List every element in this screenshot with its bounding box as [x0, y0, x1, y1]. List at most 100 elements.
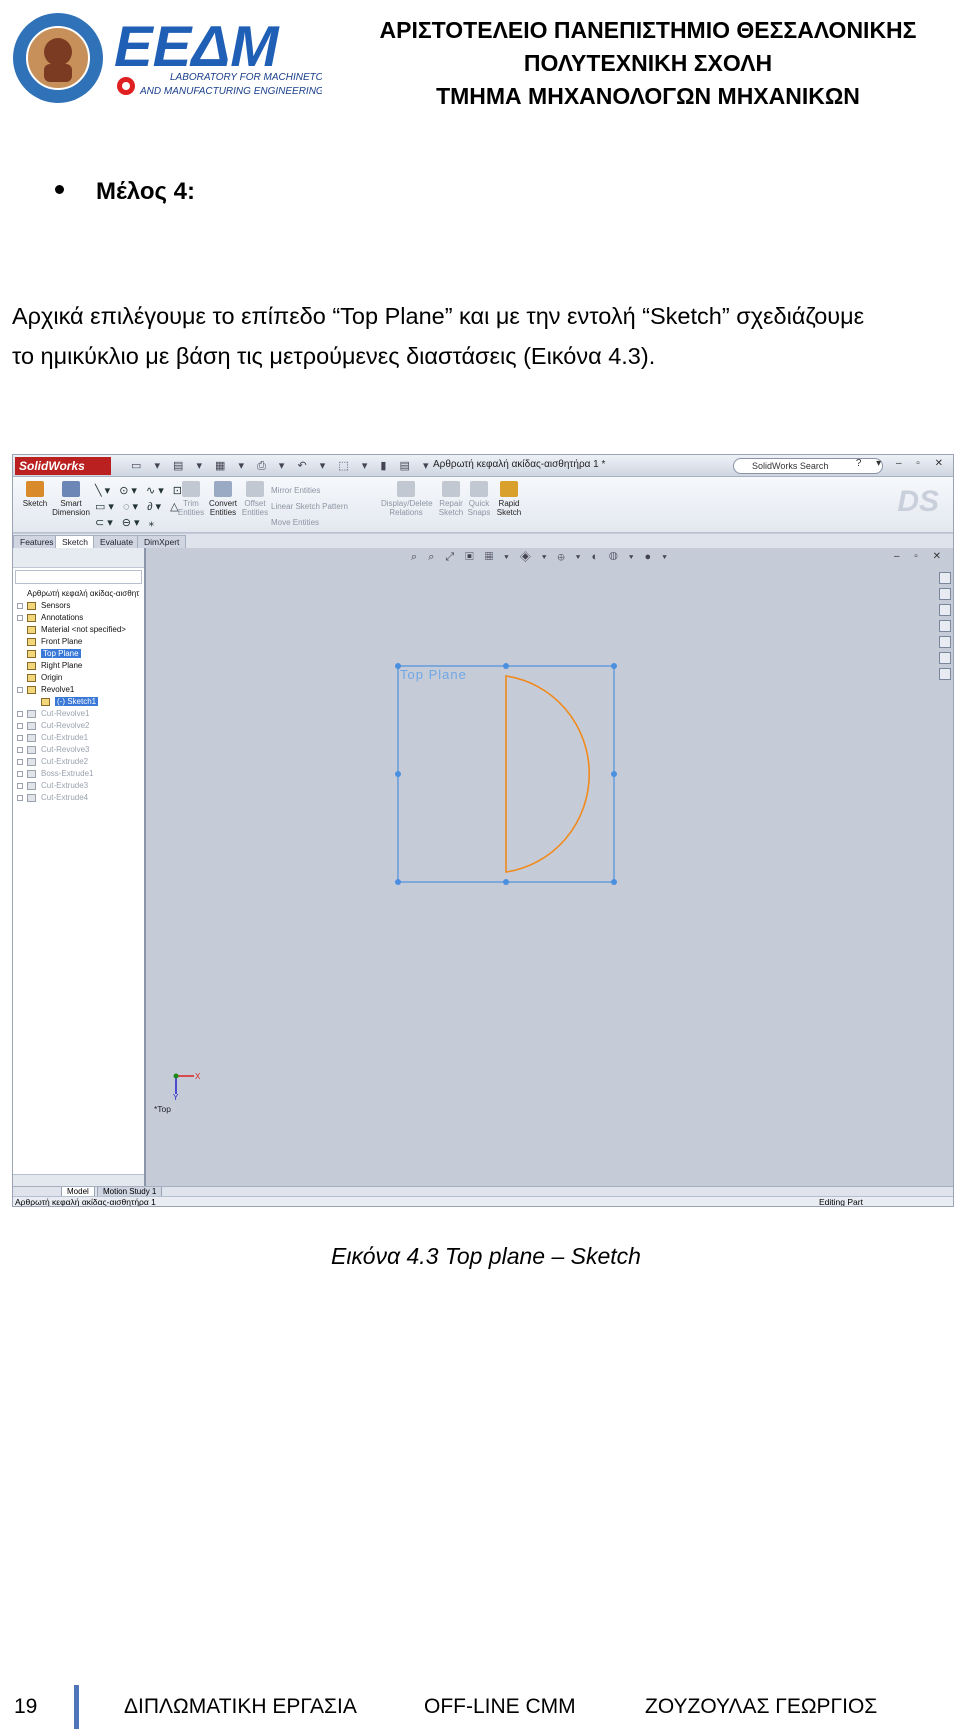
tree-item[interactable]: Cut-Extrude4 [15, 792, 143, 804]
quick-access-toolbar[interactable]: ▭ ▾ ▤ ▾ ▦ ▾ ⎙ ▾ ↶ ▾ ⬚ ▾ ▮ ▤ ▾ [131, 459, 433, 473]
feature-tree: Αρθρωτή κεφαλή ακίδας-αισθητ Sensors Ann… [15, 588, 143, 804]
semicircle-sketch [505, 675, 590, 873]
paragraph-line: Αρχικά επιλέγουμε το επίπεδο “Top Plane”… [12, 303, 865, 329]
department-name: ΤΜΗΜΑ ΜΗΧΑΝΟΛΟΓΩΝ ΜΗΧΑΝΙΚΩΝ [436, 83, 860, 109]
mirror-entities-button[interactable]: Mirror Entities [271, 483, 348, 499]
window-controls[interactable]: ? ▾ – ▫ ✕ [856, 458, 949, 469]
axis-triad-icon: X Y [173, 1072, 201, 1100]
offset-icon [246, 481, 264, 497]
view-orientation-label: *Top [154, 1104, 172, 1114]
display-delete-relations-button[interactable]: Display/Delete Relations [381, 481, 433, 517]
paragraph-line: το ημικύκλιο με βάση τις μετρούμενες δια… [12, 343, 656, 369]
page-number: 19 [14, 1695, 38, 1718]
lab-logo-text: ΕΕΔΜ [114, 14, 280, 79]
tree-item-selected[interactable]: Top Plane [15, 648, 143, 660]
tree-item[interactable]: Sensors [15, 600, 143, 612]
bullet-dot-icon [55, 185, 64, 195]
tree-item[interactable]: Revolve1 [15, 684, 143, 696]
tab-sketch[interactable]: Sketch [55, 535, 95, 548]
solidworks-screenshot: SolidWorks ▭ ▾ ▤ ▾ ▦ ▾ ⎙ ▾ ↶ ▾ ⬚ ▾ ▮ ▤ ▾… [12, 454, 954, 1207]
linear-pattern-button[interactable]: Linear Sketch Pattern [271, 499, 348, 515]
footer-thesis: ΔΙΠΛΩΜΑΤΙΚΗ ΕΡΓΑΣΙΑ [124, 1695, 357, 1718]
dimension-icon [62, 481, 80, 497]
filter-input[interactable] [15, 570, 142, 584]
page-footer: 19 ΔΙΠΛΩΜΑΤΙΚΗ ΕΡΓΑΣΙΑ OFF-LINE CMM ΖΟΥΖ… [0, 1683, 960, 1729]
document-title: Αρθρωτή κεφαλή ακίδας-αισθητήρα 1 * [433, 459, 606, 470]
panel-toolbar[interactable] [13, 548, 144, 568]
panel-scrollbar[interactable] [13, 1174, 144, 1186]
design-library-icon[interactable] [939, 588, 951, 600]
tab-evaluate[interactable]: Evaluate [93, 535, 141, 548]
bottom-tabs: Model Motion Study 1 [13, 1186, 953, 1197]
sketch-canvas[interactable]: Top Plane [148, 548, 954, 1186]
footer-topic: OFF-LINE CMM [424, 1695, 576, 1718]
tree-item[interactable]: Cut-Revolve2 [15, 720, 143, 732]
move-entities-button[interactable]: Move Entities [271, 515, 348, 531]
plane-handle [395, 879, 401, 885]
page-header: ΕΕΔΜ LABORATORY FOR MACHINETOOLS AND MAN… [0, 0, 960, 110]
plane-handle [611, 663, 617, 669]
feature-manager-panel: Αρθρωτή κεφαλή ακίδας-αισθητ Sensors Ann… [13, 548, 146, 1186]
custom-properties-icon[interactable] [939, 668, 951, 680]
plane-label: Top Plane [400, 667, 467, 682]
task-pane [937, 570, 953, 682]
tree-item[interactable]: Boss-Extrude1 [15, 768, 143, 780]
institution-heading: ΑΡΙΣΤΟΤΕΛΕΙΟ ΠΑΝΕΠΙΣΤΗΜΙΟ ΘΕΣΣΑΛΟΝΙΚΗΣ Π… [368, 14, 928, 113]
relations-icon [397, 481, 415, 497]
member-bullet: Μέλος 4: [55, 178, 195, 206]
title-bar: SolidWorks ▭ ▾ ▤ ▾ ▦ ▾ ⎙ ▾ ↶ ▾ ⬚ ▾ ▮ ▤ ▾… [13, 455, 953, 477]
tree-item[interactable]: Cut-Extrude2 [15, 756, 143, 768]
triad-y-label: Y [173, 1093, 179, 1100]
search-icon[interactable] [939, 620, 951, 632]
tree-item[interactable]: Cut-Extrude1 [15, 732, 143, 744]
tree-item[interactable]: Annotations [15, 612, 143, 624]
footer-divider [74, 1685, 79, 1729]
member-heading: Μέλος 4: [96, 178, 196, 205]
command-tabs: Features Sketch Evaluate DimXpert [13, 534, 953, 548]
tree-item-selected[interactable]: (-) Sketch1 [15, 696, 143, 708]
university-seal-logo [13, 13, 103, 103]
tree-item[interactable]: Origin [15, 672, 143, 684]
lab-logo: ΕΕΔΜ LABORATORY FOR MACHINETOOLS AND MAN… [114, 14, 322, 97]
plane-handle [611, 771, 617, 777]
tab-dimxpert[interactable]: DimXpert [137, 535, 187, 548]
plane-handle [503, 879, 509, 885]
appearances-icon[interactable] [939, 652, 951, 664]
app-logo[interactable]: SolidWorks [15, 457, 111, 475]
school-name: ΠΟΛΥΤΕΧΝΙΚΗ ΣΧΟΛΗ [523, 50, 773, 76]
tree-item[interactable]: Cut-Revolve1 [15, 708, 143, 720]
body-paragraph: Αρχικά επιλέγουμε το επίπεδο “Top Plane”… [12, 296, 960, 376]
graphics-area[interactable]: Top Plane X Y *Top [148, 548, 954, 1186]
tree-item[interactable]: Cut-Revolve3 [15, 744, 143, 756]
heads-up-view-toolbar[interactable]: ⌕ ⌕ ⤢ ▣ ▦ ▾ ◈ ▾ ⊕ ▾ ◐ ◍ ▾ ● ▾ [411, 551, 671, 564]
rapid-sketch-button[interactable]: Rapid Sketch [487, 481, 531, 517]
lab-logo-line2: AND MANUFACTURING ENGINEERING [139, 86, 322, 97]
footer-author: ΖΟΥΖΟΥΛΑΣ ΓΕΩΡΓΙΟΣ [645, 1695, 878, 1718]
file-explorer-icon[interactable] [939, 604, 951, 616]
pattern-commands: Mirror Entities Linear Sketch Pattern Mo… [271, 483, 348, 531]
tab-features[interactable]: Features [13, 535, 61, 548]
snaps-icon [470, 481, 488, 497]
plane-handle [395, 663, 401, 669]
tree-item[interactable]: Front Plane [15, 636, 143, 648]
university-name: ΑΡΙΣΤΟΤΕΛΕΙΟ ΠΑΝΕΠΙΣΤΗΜΙΟ ΘΕΣΣΑΛΟΝΙΚΗΣ [379, 17, 917, 43]
status-bar: Αρθρωτή κεφαλή ακίδας-αισθητήρα 1 Editin… [13, 1196, 953, 1207]
plane-handle [395, 771, 401, 777]
resources-icon[interactable] [939, 572, 951, 584]
plane-handle [611, 879, 617, 885]
sketch-icon [26, 481, 44, 497]
tree-item[interactable]: Right Plane [15, 660, 143, 672]
triad-x-label: X [195, 1072, 201, 1081]
view-palette-icon[interactable] [939, 636, 951, 648]
tree-root[interactable]: Αρθρωτή κεφαλή ακίδας-αισθητ [15, 588, 143, 600]
tree-item[interactable]: Material <not specified> [15, 624, 143, 636]
trim-icon [182, 481, 200, 497]
plane-handle [503, 663, 509, 669]
convert-icon [214, 481, 232, 497]
figure-caption: Εικόνα 4.3 Top plane – Sketch [331, 1243, 641, 1269]
viewport-window-controls[interactable]: – ▫ ✕ [894, 551, 947, 562]
ds-watermark-icon: DS [897, 485, 939, 518]
status-document: Αρθρωτή κεφαλή ακίδας-αισθητήρα 1 [15, 1197, 156, 1207]
tree-item[interactable]: Cut-Extrude3 [15, 780, 143, 792]
smart-dimension-button[interactable]: Smart Dimension [49, 481, 93, 517]
